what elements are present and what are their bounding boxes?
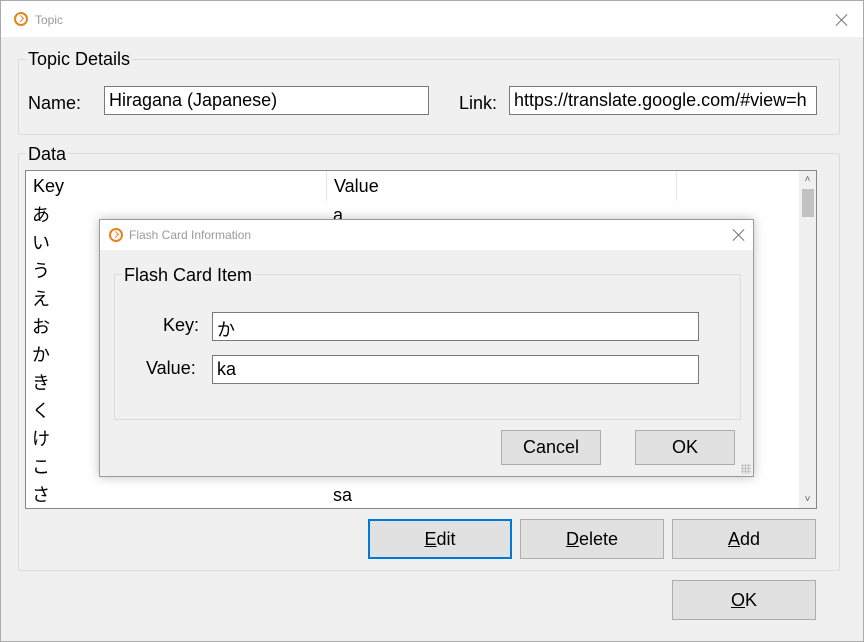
delete-button[interactable]: Delete bbox=[520, 519, 664, 559]
edit-label-rest: dit bbox=[436, 529, 456, 549]
row-key: け bbox=[32, 429, 50, 449]
close-icon[interactable] bbox=[835, 13, 849, 27]
row-key: う bbox=[32, 261, 50, 281]
ok-button[interactable]: OK bbox=[672, 580, 816, 620]
data-group-title: Data bbox=[26, 144, 69, 165]
scroll-thumb[interactable] bbox=[802, 189, 814, 217]
column-header-value[interactable]: Value bbox=[327, 171, 677, 201]
edit-mnemonic: E bbox=[424, 529, 437, 549]
close-icon[interactable] bbox=[732, 228, 746, 242]
dialog-ok-button[interactable]: OK bbox=[635, 430, 735, 465]
vertical-scrollbar[interactable]: ˄ ˅ bbox=[799, 171, 816, 508]
row-key: か bbox=[32, 345, 50, 365]
row-key: こ bbox=[32, 457, 50, 477]
row-key: き bbox=[32, 373, 50, 393]
dialog-title: Flash Card Information bbox=[129, 228, 252, 242]
flash-card-item-group bbox=[114, 274, 741, 420]
row-key: さ bbox=[32, 485, 50, 505]
dialog-title-bar[interactable]: Flash Card Information bbox=[100, 220, 753, 250]
name-field[interactable]: Hiragana (Japanese) bbox=[104, 86, 429, 115]
add-mnemonic: A bbox=[727, 529, 740, 549]
column-header-key[interactable]: Key bbox=[26, 171, 327, 201]
row-key: え bbox=[32, 289, 50, 309]
resize-grip-icon[interactable] bbox=[741, 464, 751, 474]
name-label: Name: bbox=[28, 93, 82, 113]
add-button[interactable]: Add bbox=[672, 519, 816, 559]
value-field[interactable]: ka bbox=[212, 355, 699, 384]
cancel-button[interactable]: Cancel bbox=[501, 430, 601, 465]
list-header: Key Value bbox=[26, 171, 801, 201]
row-key: い bbox=[32, 233, 50, 253]
delete-mnemonic: D bbox=[565, 529, 579, 549]
link-label: Link: bbox=[459, 93, 498, 113]
row-key: お bbox=[32, 317, 50, 337]
app-logo-icon bbox=[14, 12, 28, 26]
list-row[interactable]: さ sa bbox=[26, 481, 801, 509]
edit-button[interactable]: Edit bbox=[368, 519, 512, 559]
window-title: Topic bbox=[35, 13, 64, 27]
ok-mnemonic: O bbox=[730, 590, 745, 610]
title-bar[interactable]: Topic bbox=[1, 1, 863, 37]
add-label-rest: dd bbox=[739, 529, 761, 549]
scroll-up-icon[interactable]: ˄ bbox=[799, 171, 816, 188]
flash-card-item-title: Flash Card Item bbox=[122, 265, 255, 286]
key-field[interactable]: か bbox=[212, 312, 699, 341]
key-label: Key: bbox=[163, 315, 200, 335]
topic-details-title: Topic Details bbox=[26, 49, 133, 70]
ok-label-rest: K bbox=[745, 590, 758, 610]
scroll-down-icon[interactable]: ˅ bbox=[799, 491, 816, 508]
row-key: く bbox=[32, 401, 50, 421]
app-logo-icon bbox=[109, 228, 123, 242]
value-label: Value: bbox=[146, 358, 196, 378]
flash-card-dialog: Flash Card Information Flash Card Item K… bbox=[99, 219, 754, 477]
row-key: あ bbox=[32, 205, 50, 225]
link-field[interactable]: https://translate.google.com/#view=h bbox=[509, 86, 817, 115]
delete-label-rest: elete bbox=[578, 529, 619, 549]
row-value: sa bbox=[333, 485, 353, 505]
